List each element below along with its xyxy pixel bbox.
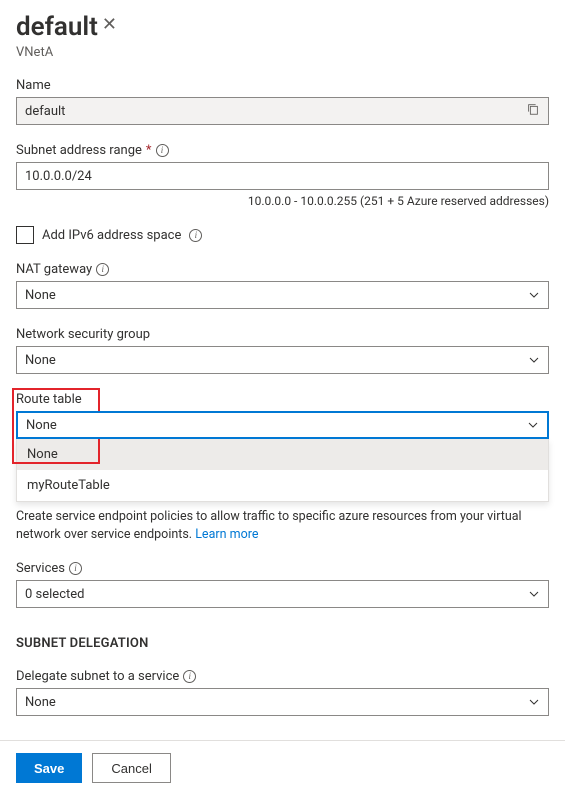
subnet-range-input[interactable]: [25, 163, 540, 189]
close-icon[interactable]: ✕: [98, 12, 121, 38]
delegate-value: None: [25, 695, 56, 710]
name-label: Name: [16, 78, 549, 93]
name-value: default: [25, 104, 65, 119]
nat-gateway-value: None: [25, 288, 56, 303]
route-table-option-myroutetable[interactable]: myRouteTable: [17, 470, 548, 501]
chevron-down-icon: [528, 696, 540, 708]
learn-more-link[interactable]: Learn more: [195, 527, 258, 542]
route-table-dropdown: None myRouteTable: [16, 439, 549, 502]
chevron-down-icon: [528, 354, 540, 366]
info-icon[interactable]: i: [69, 562, 82, 575]
save-button[interactable]: Save: [16, 753, 82, 783]
delegate-label: Delegate subnet to a service: [16, 669, 179, 684]
cancel-button[interactable]: Cancel: [92, 753, 170, 783]
subnet-range-label: Subnet address range: [16, 143, 142, 158]
services-select[interactable]: 0 selected: [16, 580, 549, 608]
route-table-option-none[interactable]: None: [17, 439, 548, 470]
chevron-down-icon: [527, 419, 539, 431]
subnet-range-field[interactable]: [16, 162, 549, 190]
services-value: 0 selected: [25, 587, 84, 602]
nat-gateway-select[interactable]: None: [16, 281, 549, 309]
info-icon[interactable]: i: [183, 670, 196, 683]
nsg-label: Network security group: [16, 327, 150, 342]
info-icon[interactable]: i: [189, 229, 202, 242]
route-table-value: None: [26, 418, 57, 433]
service-endpoints-help: Create service endpoint policies to allo…: [16, 508, 549, 543]
route-table-label: Route table: [16, 392, 82, 407]
subnet-range-hint: 10.0.0.0 - 10.0.0.255 (251 + 5 Azure res…: [16, 194, 549, 208]
required-indicator: *: [146, 143, 152, 158]
copy-icon[interactable]: [526, 102, 540, 120]
delegate-select[interactable]: None: [16, 688, 549, 716]
route-table-select[interactable]: None: [16, 411, 549, 439]
ipv6-label: Add IPv6 address space: [42, 228, 181, 243]
chevron-down-icon: [528, 588, 540, 600]
info-icon[interactable]: i: [156, 144, 169, 157]
blade-subtitle: VNetA: [16, 45, 98, 60]
name-field: default: [16, 97, 549, 125]
subnet-delegation-heading: SUBNET DELEGATION: [16, 636, 549, 651]
nsg-select[interactable]: None: [16, 346, 549, 374]
services-label: Services: [16, 561, 65, 576]
blade-title: default: [16, 12, 98, 43]
nsg-value: None: [25, 353, 56, 368]
info-icon[interactable]: i: [96, 263, 109, 276]
chevron-down-icon: [528, 289, 540, 301]
nat-gateway-label: NAT gateway: [16, 262, 92, 277]
ipv6-checkbox[interactable]: [16, 226, 34, 244]
